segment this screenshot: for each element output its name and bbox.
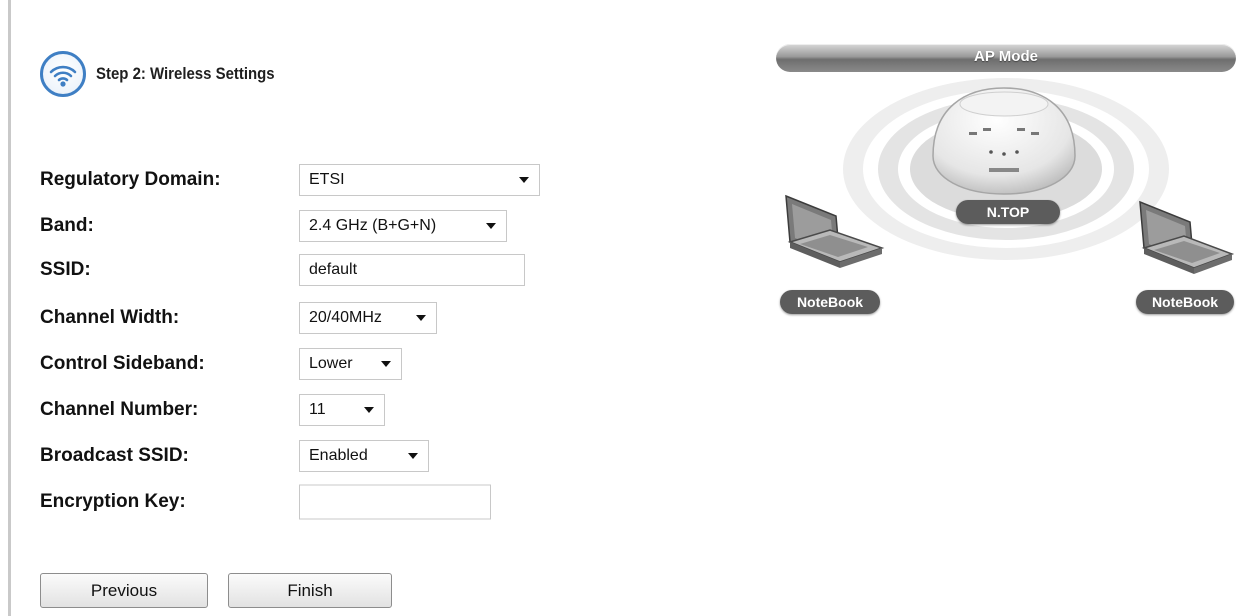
- laptop-icon-left: [785, 194, 885, 268]
- encryption-key-input[interactable]: [299, 484, 491, 520]
- left-border: [8, 0, 11, 616]
- chevron-down-icon: [519, 177, 529, 183]
- channel-width-row: Channel Width: 20/40MHz: [40, 298, 560, 338]
- notebook-label-right: NoteBook: [1136, 290, 1234, 314]
- channel-number-value: 11: [309, 401, 326, 418]
- channel-width-value: 20/40MHz: [309, 309, 382, 326]
- mode-bar: AP Mode: [776, 44, 1236, 72]
- chevron-down-icon: [408, 453, 418, 459]
- broadcast-ssid-label: Broadcast SSID:: [40, 445, 189, 466]
- chevron-down-icon: [364, 407, 374, 413]
- finish-button[interactable]: Finish: [228, 573, 392, 608]
- channel-number-row: Channel Number: 11: [40, 390, 560, 430]
- regulatory-domain-select[interactable]: ETSI: [299, 164, 540, 196]
- chevron-down-icon: [416, 315, 426, 321]
- chevron-down-icon: [486, 223, 496, 229]
- regulatory-domain-row: Regulatory Domain: ETSI: [40, 160, 560, 200]
- ssid-value: default: [309, 261, 358, 278]
- channel-width-select[interactable]: 20/40MHz: [299, 302, 437, 334]
- encryption-key-label: Encryption Key:: [40, 491, 186, 512]
- previous-button[interactable]: Previous: [40, 573, 208, 608]
- band-select[interactable]: 2.4 GHz (B+G+N): [299, 210, 507, 242]
- mode-label: AP Mode: [974, 48, 1038, 65]
- regulatory-domain-value: ETSI: [309, 171, 345, 188]
- ssid-row: SSID: default: [40, 250, 560, 290]
- band-label: Band:: [40, 215, 94, 236]
- control-sideband-select[interactable]: Lower: [299, 348, 402, 380]
- broadcast-ssid-row: Broadcast SSID: Enabled: [40, 436, 560, 476]
- broadcast-ssid-select[interactable]: Enabled: [299, 440, 429, 472]
- access-point-icon: [932, 87, 1076, 195]
- encryption-key-row: Encryption Key:: [40, 482, 560, 522]
- channel-number-label: Channel Number:: [40, 399, 199, 420]
- ssid-input[interactable]: default: [299, 254, 525, 286]
- broadcast-ssid-value: Enabled: [309, 447, 368, 464]
- wifi-icon: [40, 51, 86, 97]
- band-row: Band: 2.4 GHz (B+G+N): [40, 206, 560, 246]
- band-value: 2.4 GHz (B+G+N): [309, 217, 437, 234]
- chevron-down-icon: [381, 361, 391, 367]
- control-sideband-row: Control Sideband: Lower: [40, 344, 560, 384]
- notebook-label-left: NoteBook: [780, 290, 880, 314]
- channel-number-select[interactable]: 11: [299, 394, 385, 426]
- regulatory-domain-label: Regulatory Domain:: [40, 169, 221, 190]
- control-sideband-label: Control Sideband:: [40, 353, 205, 374]
- ap-label: N.TOP: [956, 200, 1060, 224]
- ssid-label: SSID:: [40, 259, 91, 280]
- channel-width-label: Channel Width:: [40, 307, 180, 328]
- control-sideband-value: Lower: [309, 355, 353, 372]
- step-header: Step 2: Wireless Settings: [40, 50, 299, 98]
- step-title: Step 2: Wireless Settings: [96, 64, 275, 83]
- laptop-icon-right: [1139, 200, 1235, 274]
